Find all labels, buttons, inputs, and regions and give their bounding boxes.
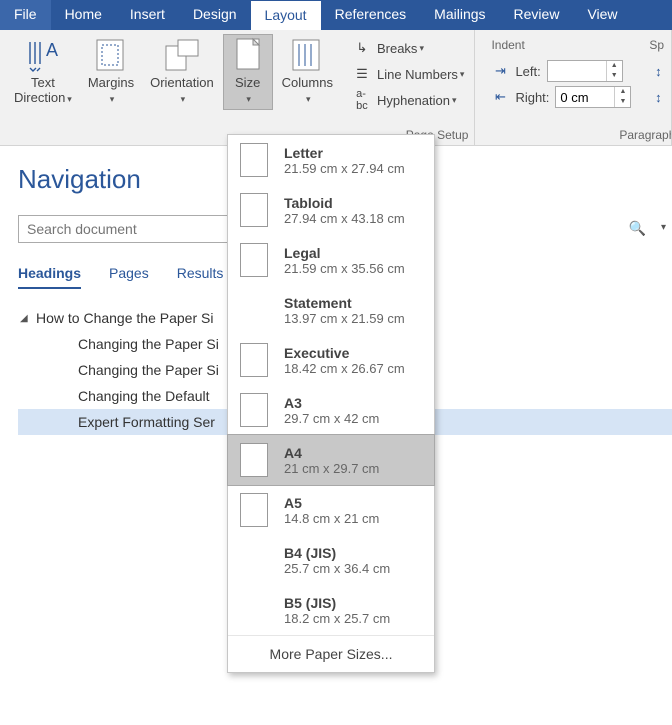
- spacing-after-icon: ↕: [649, 90, 667, 105]
- size-option-name: B4 (JIS): [284, 545, 390, 561]
- size-option[interactable]: Statement13.97 cm x 21.59 cm: [228, 285, 434, 335]
- spacing-title: Sp: [649, 38, 667, 52]
- size-icon: [230, 37, 266, 73]
- text-direction-button[interactable]: A Text Direction▾: [7, 34, 79, 110]
- line-numbers-button[interactable]: ☰ Line Numbers▾: [347, 62, 468, 86]
- paragraph-group-label: Paragraph: [475, 128, 672, 146]
- collapse-icon[interactable]: ◢: [20, 313, 36, 324]
- page-thumb-icon: [240, 293, 268, 327]
- nav-tab-results[interactable]: Results: [177, 265, 224, 289]
- size-button[interactable]: Size▾: [223, 34, 273, 110]
- size-option[interactable]: Letter21.59 cm x 27.94 cm: [228, 135, 434, 185]
- page-thumb-icon: [240, 493, 268, 527]
- tab-home[interactable]: Home: [51, 0, 116, 30]
- size-option-dim: 14.8 cm x 21 cm: [284, 511, 379, 526]
- ribbon: A Text Direction▾ Margins▾ Orientation▾: [0, 30, 672, 146]
- indent-left-spinner[interactable]: ▲▼: [606, 61, 622, 81]
- size-option-name: Tabloid: [284, 195, 405, 211]
- size-option[interactable]: A514.8 cm x 21 cm: [228, 485, 434, 535]
- tab-design[interactable]: Design: [179, 0, 251, 30]
- size-option[interactable]: A329.7 cm x 42 cm: [228, 385, 434, 435]
- line-numbers-icon: ☰: [351, 66, 373, 82]
- size-option-dim: 13.97 cm x 21.59 cm: [284, 311, 405, 326]
- columns-icon: [289, 37, 325, 73]
- menubar: File Home Insert Design Layout Reference…: [0, 0, 672, 30]
- indent-left-icon: ⇥: [491, 63, 509, 79]
- size-option[interactable]: B5 (JIS)18.2 cm x 25.7 cm: [228, 585, 434, 635]
- nav-tab-pages[interactable]: Pages: [109, 265, 149, 289]
- size-option[interactable]: B4 (JIS)25.7 cm x 36.4 cm: [228, 535, 434, 585]
- size-dropdown: Letter21.59 cm x 27.94 cmTabloid27.94 cm…: [227, 134, 435, 673]
- size-option-name: Executive: [284, 345, 405, 361]
- more-paper-sizes[interactable]: More Paper Sizes...: [228, 635, 434, 672]
- size-option-dim: 25.7 cm x 36.4 cm: [284, 561, 390, 576]
- size-option-dim: 21.59 cm x 27.94 cm: [284, 161, 405, 176]
- tab-view[interactable]: View: [573, 0, 631, 30]
- tab-review[interactable]: Review: [500, 0, 574, 30]
- size-option-name: A5: [284, 495, 379, 511]
- size-option[interactable]: Legal21.59 cm x 35.56 cm: [228, 235, 434, 285]
- size-option-name: A3: [284, 395, 379, 411]
- text-direction-label: Text Direction▾: [14, 75, 72, 107]
- tab-insert[interactable]: Insert: [116, 0, 179, 30]
- search-dropdown-icon[interactable]: ▾: [661, 222, 666, 233]
- svg-text:A: A: [46, 40, 58, 60]
- margins-icon: [93, 37, 129, 73]
- tab-mailings[interactable]: Mailings: [420, 0, 499, 30]
- orientation-label: Orientation▾: [150, 75, 214, 107]
- size-option-name: Letter: [284, 145, 405, 161]
- page-thumb-icon: [240, 393, 268, 427]
- page-thumb-icon: [240, 143, 268, 177]
- size-option-dim: 18.2 cm x 25.7 cm: [284, 611, 390, 626]
- size-option-name: Legal: [284, 245, 405, 261]
- columns-button[interactable]: Columns▾: [275, 34, 340, 110]
- columns-label: Columns▾: [282, 75, 333, 107]
- breaks-button[interactable]: ↳ Breaks▾: [347, 36, 468, 60]
- size-option[interactable]: Tabloid27.94 cm x 43.18 cm: [228, 185, 434, 235]
- page-thumb-icon: [240, 543, 268, 577]
- size-option-name: B5 (JIS): [284, 595, 390, 611]
- page-thumb-icon: [240, 243, 268, 277]
- margins-button[interactable]: Margins▾: [81, 34, 141, 110]
- page-thumb-icon: [240, 443, 268, 477]
- page-thumb-icon: [240, 593, 268, 627]
- indent-right-spinner[interactable]: ▲▼: [614, 87, 630, 107]
- size-option-dim: 18.42 cm x 26.67 cm: [284, 361, 405, 376]
- hyphenation-icon: a-bc: [351, 88, 373, 112]
- size-option-dim: 21 cm x 29.7 cm: [284, 461, 379, 476]
- size-option[interactable]: Executive18.42 cm x 26.67 cm: [228, 335, 434, 385]
- size-option-dim: 21.59 cm x 35.56 cm: [284, 261, 405, 276]
- size-option-name: Statement: [284, 295, 405, 311]
- size-option-dim: 27.94 cm x 43.18 cm: [284, 211, 405, 226]
- search-icon: 🔍: [629, 220, 646, 237]
- text-direction-icon: A: [25, 37, 61, 73]
- nav-tab-headings[interactable]: Headings: [18, 265, 81, 289]
- tab-references[interactable]: References: [321, 0, 421, 30]
- orientation-button[interactable]: Orientation▾: [143, 34, 221, 110]
- indent-right-icon: ⇤: [491, 89, 509, 105]
- size-option-name: A4: [284, 445, 379, 461]
- page-thumb-icon: [240, 343, 268, 377]
- hyphenation-button[interactable]: a-bc Hyphenation▾: [347, 88, 468, 112]
- indent-right-label: Right:: [515, 90, 549, 105]
- orientation-icon: [164, 37, 200, 73]
- tab-file[interactable]: File: [0, 0, 51, 30]
- size-label: Size▾: [235, 75, 260, 107]
- size-option-dim: 29.7 cm x 42 cm: [284, 411, 379, 426]
- tab-layout[interactable]: Layout: [251, 0, 321, 30]
- size-option[interactable]: A421 cm x 29.7 cm: [227, 434, 435, 486]
- margins-label: Margins▾: [88, 75, 134, 107]
- indent-left-label: Left:: [515, 64, 540, 79]
- spacing-before-icon: ↕: [649, 64, 667, 79]
- indent-title: Indent: [491, 38, 631, 52]
- page-thumb-icon: [240, 193, 268, 227]
- breaks-icon: ↳: [351, 40, 373, 56]
